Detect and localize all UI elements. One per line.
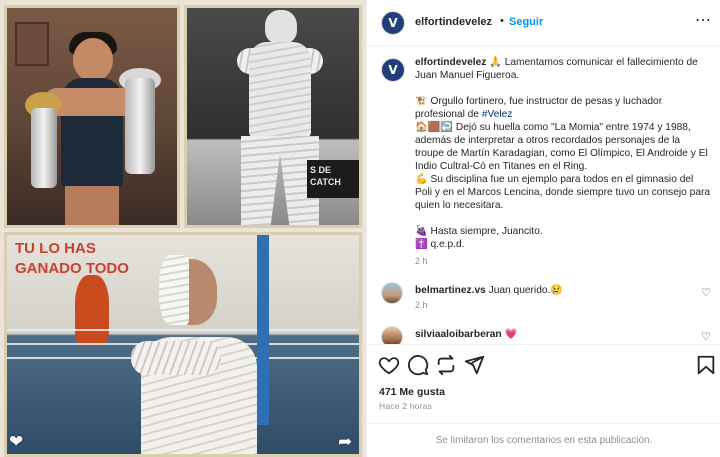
wrestler-head bbox=[73, 38, 113, 82]
bookmark-icon[interactable] bbox=[695, 354, 719, 378]
repost-icon[interactable] bbox=[435, 354, 459, 378]
comment-time: 2 h bbox=[415, 300, 428, 310]
comments-section[interactable]: V elfortindevelez 🙏 Lamentamos comunicar… bbox=[367, 46, 720, 344]
comment-item: silviaaloibarberan 💗 ♡ bbox=[381, 326, 711, 344]
follow-button[interactable]: Seguir bbox=[509, 16, 543, 28]
mummy-body bbox=[249, 42, 311, 138]
heart-outline-icon[interactable]: ♡ bbox=[701, 330, 711, 343]
mummy-head bbox=[265, 10, 297, 44]
velez-logo-icon: V bbox=[388, 63, 398, 77]
send-paper-plane-icon[interactable] bbox=[463, 354, 487, 378]
caption-line-3: 🐮 Orgullo fortinero, fue instructor de p… bbox=[415, 96, 663, 120]
hashtag-link[interactable]: #Velez bbox=[482, 109, 513, 120]
gym-wall-text: TU LO HAS GANADO TODO bbox=[15, 240, 129, 277]
wrestler-legs bbox=[65, 186, 119, 225]
author-username[interactable]: elfortindevelez bbox=[415, 16, 492, 28]
trophy-right bbox=[125, 78, 155, 174]
comment-username[interactable]: silviaaloibarberan bbox=[415, 329, 502, 340]
caption-line-8: ✝️ q.e.p.d. bbox=[415, 239, 465, 250]
caption-username[interactable]: elfortindevelez bbox=[415, 57, 486, 68]
comment-bubble-icon[interactable] bbox=[407, 354, 431, 378]
caption-line-7: 🍇 Hasta siempre, Juancito. bbox=[415, 226, 543, 237]
photo-mummy-bw: S DE CATCH bbox=[184, 5, 362, 228]
comment-body: 💗 bbox=[504, 329, 518, 340]
comment-text: belmartinez.vs Juan querido.😢 bbox=[415, 285, 563, 296]
comments-limited-notice: Se limitaron los comentarios en esta pub… bbox=[367, 423, 720, 457]
heart-filled-icon[interactable]: ❤ bbox=[9, 432, 23, 452]
separator-dot: • bbox=[500, 15, 504, 27]
post-header: V elfortindevelez • Seguir ⋯ bbox=[367, 0, 720, 46]
post-time: Hace 2 horas bbox=[379, 401, 432, 411]
caption-avatar[interactable]: V bbox=[381, 58, 405, 82]
caption-line-4: 🏠🟫↩️ Dejó su huella como "La Momia" entr… bbox=[415, 122, 708, 172]
wall-poster bbox=[15, 22, 49, 66]
catch-banner: S DE CATCH bbox=[307, 160, 359, 198]
photo-trophies bbox=[4, 5, 180, 228]
likes-count[interactable]: 471 Me gusta bbox=[379, 386, 445, 398]
photo-mummy-gym: TU LO HAS GANADO TODO bbox=[4, 232, 362, 457]
velez-logo-icon: V bbox=[388, 16, 398, 30]
mummy-man-hands bbox=[131, 341, 221, 375]
more-horizontal-icon[interactable]: ⋯ bbox=[695, 10, 712, 30]
avatar[interactable]: V bbox=[381, 11, 405, 35]
like-heart-icon[interactable] bbox=[378, 354, 402, 378]
heart-outline-icon[interactable]: ♡ bbox=[701, 286, 711, 299]
post-media[interactable]: S DE CATCH TU LO HAS GANADO TODO ❤ ➦ bbox=[0, 0, 366, 457]
commenter-avatar[interactable] bbox=[381, 282, 403, 304]
caption-time: 2 h bbox=[415, 256, 428, 266]
post-actions: 471 Me gusta Hace 2 horas Se limitaron l… bbox=[367, 344, 720, 457]
mummy-man-head-wrap bbox=[159, 255, 189, 325]
comment-text: silviaaloibarberan 💗 bbox=[415, 329, 517, 340]
mummy-man bbox=[123, 255, 273, 454]
trophy-left bbox=[31, 108, 57, 188]
comment-item: belmartinez.vs Juan querido.😢 2 h ♡ bbox=[381, 282, 711, 318]
caption-line-5: 💪 Su disciplina fue un ejemplo para todo… bbox=[415, 174, 711, 211]
commenter-avatar[interactable] bbox=[381, 326, 403, 344]
post-panel: V elfortindevelez • Seguir ⋯ V elfortind… bbox=[366, 0, 720, 457]
share-arrow-icon[interactable]: ➦ bbox=[338, 432, 352, 452]
comment-username[interactable]: belmartinez.vs bbox=[415, 285, 486, 296]
caption-text: elfortindevelez 🙏 Lamentamos comunicar e… bbox=[415, 56, 711, 268]
comment-body: Juan querido.😢 bbox=[488, 285, 564, 296]
